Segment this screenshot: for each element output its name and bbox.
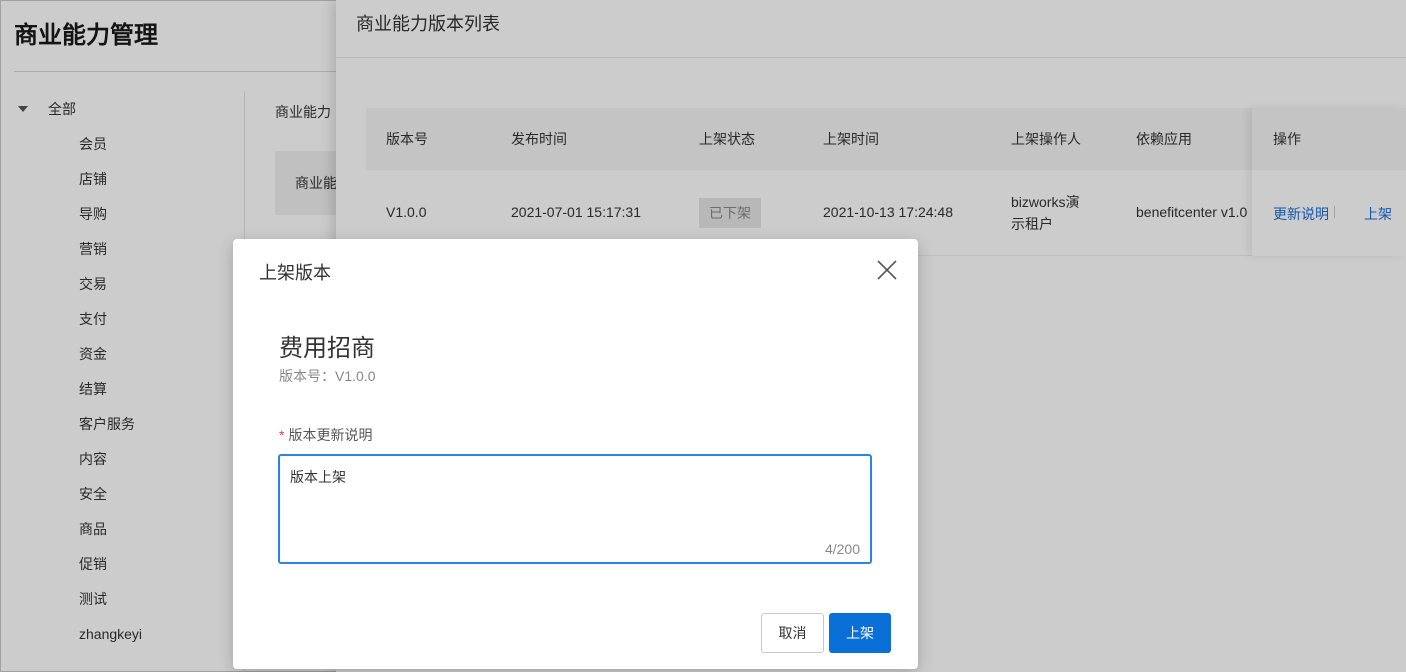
capability-name: 费用招商	[279, 335, 375, 362]
version-value: V1.0.0	[335, 368, 376, 384]
shelf-version-modal: 上架版本 费用招商 版本号：V1.0.0 * 版本更新说明 版本上架 4/200 …	[233, 239, 918, 669]
close-icon[interactable]	[873, 256, 901, 284]
cancel-button[interactable]: 取消	[761, 613, 824, 653]
required-mark: *	[279, 427, 285, 443]
char-counter: 4/200	[824, 541, 860, 557]
modal-title: 上架版本	[259, 263, 331, 283]
version-label: 版本号：	[279, 368, 335, 384]
notes-textarea-wrapper: 版本上架 4/200	[278, 454, 872, 564]
notes-field-label: * 版本更新说明	[279, 425, 372, 445]
confirm-shelf-button[interactable]: 上架	[829, 613, 891, 653]
version-notes-textarea[interactable]: 版本上架	[280, 456, 870, 562]
version-info: 版本号：V1.0.0	[279, 366, 375, 386]
notes-label-text: 版本更新说明	[288, 427, 373, 443]
